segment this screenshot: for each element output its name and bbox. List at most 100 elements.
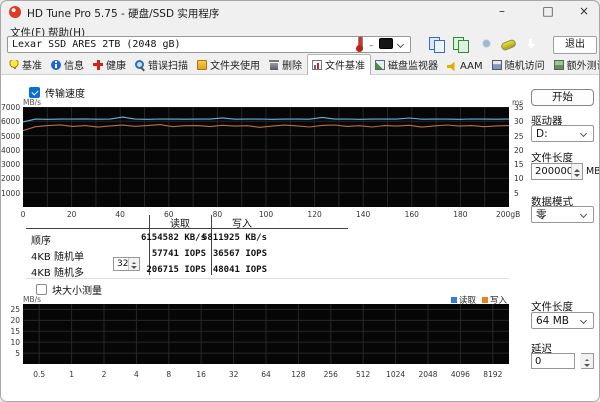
erase-icon: [269, 59, 279, 70]
tab-label: 文件基准: [325, 61, 365, 72]
stepper-arrows[interactable]: [571, 164, 582, 179]
x-axis-tick: 140: [356, 210, 371, 219]
delay-input[interactable]: 0: [531, 353, 575, 369]
tab-label: AAM: [460, 61, 483, 72]
tab-label: 删除: [282, 61, 302, 72]
tab-label: 信息: [64, 61, 84, 72]
drive-selector[interactable]: Lexar SSD ARES 2TB (2048 gB): [7, 36, 411, 53]
write-value: 5811925 KB/s: [201, 233, 267, 243]
y-axis-tick: 25: [10, 305, 20, 315]
y-axis-tick: 4000: [1, 145, 21, 155]
minimize-button[interactable]: –: [485, 1, 519, 22]
window-title: HD Tune Pro 5.75 - 硬盘/SSD 实用程序: [27, 8, 220, 20]
drive-dropdown[interactable]: D:: [531, 125, 594, 142]
maximize-button[interactable]: □: [531, 1, 565, 22]
close-button[interactable]: ×: [567, 1, 599, 22]
title-bar: HD Tune Pro 5.75 - 硬盘/SSD 实用程序 – □ ×: [1, 1, 599, 23]
tab-health[interactable]: 健康: [89, 55, 131, 74]
drive-selector-value: Lexar SSD ARES 2TB (2048 gB): [12, 39, 181, 50]
stepper-down-icon[interactable]: [580, 361, 593, 368]
data-pattern-value: 零: [536, 209, 547, 221]
filebenchmark-icon: [312, 59, 322, 70]
delay-stepper[interactable]: [580, 353, 594, 369]
x-axis-tick: 32: [228, 370, 239, 379]
write-value: 48041 IOPS: [212, 265, 267, 275]
y-axis-tick: 10: [10, 338, 20, 348]
tab-label: 错误扫描: [148, 61, 188, 72]
tab-erase[interactable]: 删除: [265, 55, 307, 74]
x-axis-tick: 2: [101, 370, 107, 379]
tab-label: 基准: [22, 61, 42, 72]
y-axis-tick: 3000: [1, 160, 21, 170]
y2-axis-tick: 10: [514, 174, 524, 184]
results-table: 读取 写入 32 顺序 6154582 KB/s 5811925 KB/s 4KB 随…: [26, 215, 348, 279]
y2-axis-tick: 30: [514, 117, 524, 127]
temperature-display: [379, 38, 393, 49]
file-length-stepper[interactable]: 200000: [531, 163, 583, 180]
stepper-arrows[interactable]: [580, 354, 593, 368]
delay-value: 0: [535, 355, 542, 367]
block-size-label: 块大小测量: [52, 286, 102, 297]
temperature-dash: –: [369, 41, 374, 51]
start-button[interactable]: 开始: [531, 89, 594, 106]
x-axis-tick: 8192: [483, 370, 503, 379]
block-size-checkbox[interactable]: [36, 284, 47, 295]
x-axis-tick: 8: [166, 370, 172, 379]
block-size-checkbox-row: 块大小测量: [36, 282, 102, 297]
exit-button[interactable]: 退出: [553, 36, 597, 54]
extratests-icon: [553, 59, 564, 70]
x-axis-tick: 200gB: [496, 210, 521, 219]
drive-dropdown-value: D:: [536, 127, 548, 140]
x-axis-tick: 0.5: [33, 370, 46, 379]
file-length-unit: MB: [586, 166, 600, 177]
tab-bar: 基准 信息 健康 错误扫描 文件夹使用 删除 文件基准 磁盘监视器 AAM 随机访问 额外测试: [1, 54, 599, 75]
thermometer-icon: [355, 36, 363, 52]
y-axis-tick: 1000: [1, 188, 21, 198]
block-file-length-dropdown[interactable]: 64 MB: [531, 312, 594, 329]
copy-results-icon[interactable]: [453, 37, 469, 53]
x-axis-tick: 2048: [418, 370, 438, 379]
tab-info[interactable]: 信息: [47, 55, 89, 74]
chevron-down-icon: [579, 316, 588, 325]
block-size-chart: [23, 304, 509, 364]
x-axis-tick: 256: [323, 370, 338, 379]
chevron-down-icon: [579, 210, 588, 219]
app-icon: [9, 6, 21, 18]
tab-errorscan[interactable]: 错误扫描: [131, 55, 193, 74]
tab-folderusage[interactable]: 文件夹使用: [193, 55, 265, 74]
write-column-header: 写入: [232, 219, 252, 230]
hd-tune-window: HD Tune Pro 5.75 - 硬盘/SSD 实用程序 – □ × 文件(…: [0, 0, 600, 402]
tab-aam[interactable]: AAM: [443, 59, 488, 74]
y-axis-unit-label: MB/s: [23, 98, 42, 107]
tab-diskmonitor[interactable]: 磁盘监视器: [371, 55, 443, 74]
copy-icon[interactable]: [429, 37, 445, 53]
tab-label: 额外测试: [566, 61, 599, 72]
x-axis-tick: 1024: [386, 370, 406, 379]
save-icon[interactable]: [500, 38, 517, 52]
randomaccess-icon: [491, 59, 502, 70]
diskmonitor-icon: [375, 59, 385, 70]
transfer-speed-checkbox[interactable]: [29, 87, 40, 98]
read-column-header: 读取: [170, 219, 190, 230]
y-axis-unit-label2: MB/s: [23, 295, 42, 304]
y-axis-tick: 2000: [1, 174, 21, 184]
tab-benchmark[interactable]: 基准: [5, 55, 47, 74]
folderusage-icon: [197, 59, 207, 70]
stepper-up-icon[interactable]: [572, 164, 582, 172]
y-axis-tick: 6000: [1, 117, 21, 127]
x-axis-tick: 1: [69, 370, 74, 379]
data-pattern-dropdown[interactable]: 零: [531, 206, 594, 223]
x-axis-tick: 180: [453, 210, 468, 219]
tab-extratests[interactable]: 额外测试: [550, 55, 599, 74]
block-file-length-value: 64 MB: [536, 314, 569, 327]
write-value: 36567 IOPS: [212, 249, 267, 259]
x-axis-tick: 128: [291, 370, 306, 379]
health-icon: [93, 59, 103, 70]
y-axis-tick: 5000: [1, 131, 21, 141]
tab-randomaccess[interactable]: 随机访问: [488, 55, 550, 74]
tab-label: 健康: [106, 61, 126, 72]
stepper-down-icon[interactable]: [572, 171, 582, 179]
tab-filebenchmark[interactable]: 文件基准: [307, 54, 371, 75]
x-axis-tick: 160: [404, 210, 419, 219]
stepper-up-icon[interactable]: [580, 354, 593, 362]
